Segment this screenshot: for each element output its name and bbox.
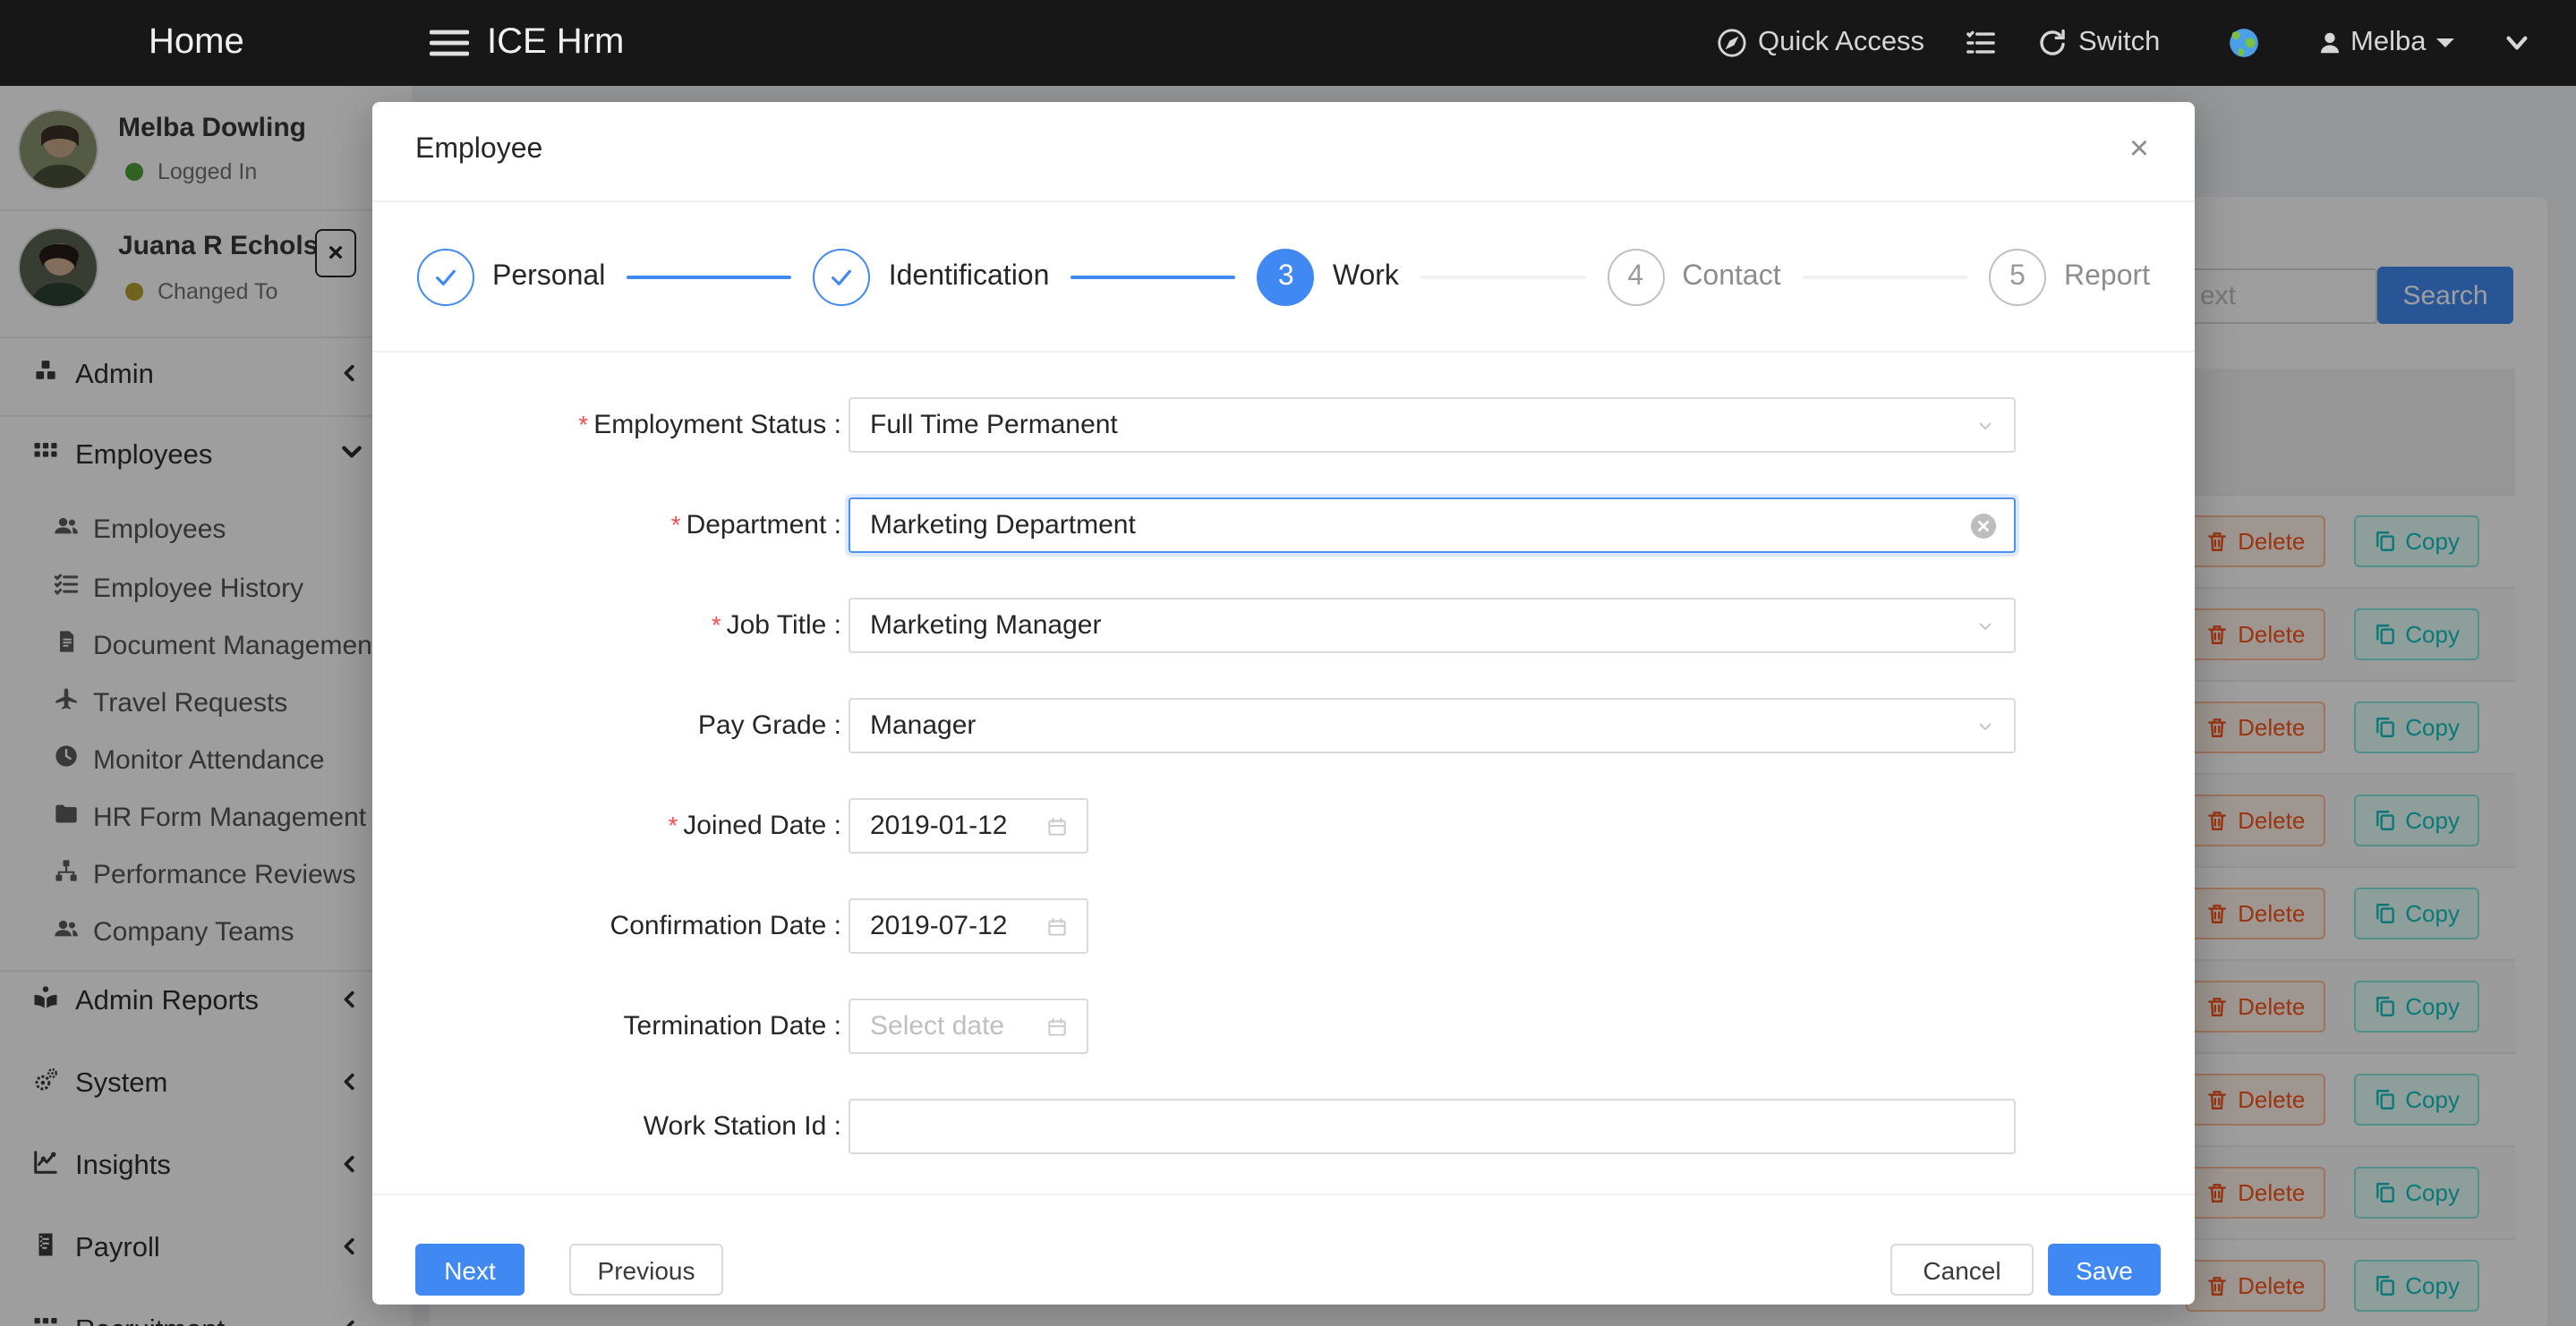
modal-title: Employee	[415, 134, 542, 166]
selected-value: Manager	[870, 710, 976, 741]
job-title-select[interactable]: Marketing Manager	[849, 598, 2016, 653]
caret-down-icon	[2436, 38, 2454, 47]
joined-date-picker[interactable]: 2019-01-12	[849, 798, 1088, 854]
step-number: 4	[1607, 248, 1664, 305]
form-row-joined-date: *Joined Date : 2019-01-12	[372, 798, 2195, 854]
selected-value: Marketing Manager	[870, 610, 1101, 641]
field-label: Department :	[687, 510, 841, 540]
step-personal[interactable]: Personal	[417, 248, 605, 305]
termination-date-picker[interactable]: Select date	[849, 999, 1088, 1054]
date-value: 2019-07-12	[870, 911, 1007, 941]
field-label: Employment Status :	[593, 410, 841, 440]
form-row-job-title: *Job Title : Marketing Manager	[372, 598, 2195, 653]
step-identification[interactable]: Identification	[814, 248, 1050, 305]
employment-status-select[interactable]: Full Time Permanent	[849, 397, 2016, 453]
field-label: Pay Grade :	[698, 710, 841, 741]
step-connector	[1803, 275, 1967, 278]
hamburger-menu-icon[interactable]	[430, 29, 469, 57]
save-button[interactable]: Save	[2048, 1244, 2161, 1296]
field-label: Job Title :	[727, 610, 841, 641]
chevron-down-icon	[1975, 715, 1996, 736]
step-number: 3	[1258, 248, 1315, 305]
form-row-pay-grade: Pay Grade : Manager	[372, 698, 2195, 753]
close-icon[interactable]: ×	[2116, 127, 2162, 174]
chevron-down-icon	[1975, 615, 1996, 636]
check-icon	[814, 248, 871, 305]
selected-value: Marketing Department	[870, 510, 1136, 540]
application-root: ext Search Delete Copy Delete Copy	[0, 0, 2576, 1326]
step-connector	[1070, 275, 1235, 278]
work-station-id-field[interactable]	[849, 1099, 2016, 1154]
field-label: Confirmation Date :	[610, 911, 841, 941]
step-connector	[627, 275, 791, 278]
required-mark: *	[671, 510, 681, 539]
wizard-steps: Personal Identification 3 Work 4 Contact	[372, 202, 2195, 353]
calendar-icon	[1045, 1015, 1069, 1038]
calendar-icon	[1045, 914, 1069, 938]
pay-grade-select[interactable]: Manager	[849, 698, 2016, 753]
form-row-termination-date: Termination Date : Select date	[372, 999, 2195, 1054]
brand-title[interactable]: ICE Hrm	[487, 22, 624, 64]
field-label: Joined Date :	[683, 811, 841, 841]
form-row-department: *Department : Marketing Department	[372, 497, 2195, 553]
nav-quick-access[interactable]: Quick Access	[1758, 27, 1924, 59]
form-row-confirmation-date: Confirmation Date : 2019-07-12	[372, 898, 2195, 954]
form-row-employment-status: *Employment Status : Full Time Permanent	[372, 397, 2195, 453]
chevron-down-icon[interactable]	[2503, 29, 2531, 57]
work-station-id-input[interactable]	[870, 1101, 1994, 1152]
cancel-button[interactable]: Cancel	[1890, 1244, 2034, 1296]
compass-icon[interactable]	[1717, 28, 1747, 58]
step-contact[interactable]: 4 Contact	[1607, 248, 1780, 305]
step-connector	[1420, 275, 1585, 278]
required-mark: *	[668, 811, 678, 839]
required-mark: *	[578, 410, 588, 438]
chevron-down-icon	[1975, 414, 1996, 436]
nav-user-menu[interactable]: Melba	[2350, 27, 2426, 59]
selected-value: Full Time Permanent	[870, 410, 1118, 440]
calendar-icon	[1045, 814, 1069, 837]
globe-icon[interactable]	[2227, 26, 2261, 60]
nav-home-link[interactable]: Home	[149, 22, 244, 64]
step-report[interactable]: 5 Report	[1989, 248, 2150, 305]
switch-icon[interactable]	[2037, 28, 2068, 58]
next-button[interactable]: Next	[415, 1244, 525, 1296]
user-icon[interactable]	[2316, 30, 2343, 56]
nav-switch[interactable]: Switch	[2078, 27, 2160, 59]
step-work[interactable]: 3 Work	[1258, 248, 1399, 305]
field-label: Termination Date :	[624, 1011, 841, 1041]
required-mark: *	[712, 610, 721, 639]
task-list-icon[interactable]	[1966, 28, 1996, 58]
top-navbar: Home ICE Hrm Quick Access Switch Melba	[0, 0, 2576, 86]
employee-modal: Employee × Personal Identification 3 Wor…	[372, 102, 2195, 1305]
check-icon	[417, 248, 474, 305]
previous-button[interactable]: Previous	[569, 1244, 723, 1296]
date-placeholder: Select date	[870, 1011, 1004, 1041]
field-label: Work Station Id :	[644, 1111, 841, 1142]
divider	[372, 1194, 2195, 1195]
department-select[interactable]: Marketing Department	[849, 497, 2016, 553]
clear-icon[interactable]	[1971, 513, 1996, 538]
step-number: 5	[1989, 248, 2046, 305]
confirmation-date-picker[interactable]: 2019-07-12	[849, 898, 1088, 954]
form-row-work-station-id: Work Station Id :	[372, 1099, 2195, 1154]
date-value: 2019-01-12	[870, 811, 1007, 841]
